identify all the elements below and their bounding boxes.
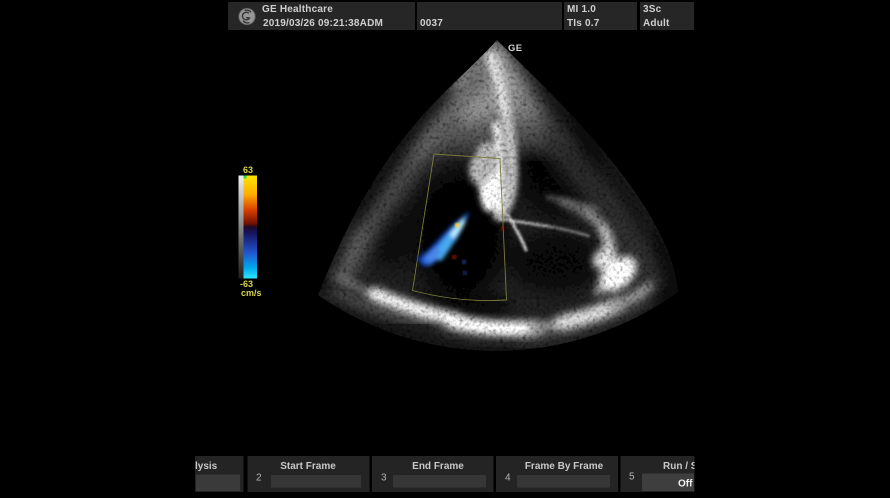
svg-text:Run / S: Run / S xyxy=(663,461,698,472)
svg-text:GE Healthcare: GE Healthcare xyxy=(262,4,333,15)
svg-text:Start Frame: Start Frame xyxy=(280,461,336,472)
svg-text:Adult: Adult xyxy=(643,18,670,29)
svg-text:TIs 0.7: TIs 0.7 xyxy=(567,18,600,29)
svg-text:63: 63 xyxy=(243,165,253,175)
svg-text:2019/03/26 09:21:38ADM: 2019/03/26 09:21:38ADM xyxy=(263,18,383,29)
svg-text:Frame By Frame: Frame By Frame xyxy=(525,461,604,472)
svg-text:5: 5 xyxy=(629,472,635,483)
svg-text:Off: Off xyxy=(678,479,693,490)
svg-text:2: 2 xyxy=(256,473,262,484)
svg-text:0037: 0037 xyxy=(420,18,443,29)
svg-text:GE: GE xyxy=(508,43,523,54)
svg-text:3: 3 xyxy=(381,473,387,484)
svg-text:MI 1.0: MI 1.0 xyxy=(567,4,596,15)
svg-text:End Frame: End Frame xyxy=(412,461,464,472)
svg-text:4: 4 xyxy=(505,473,511,484)
svg-text:3Sc: 3Sc xyxy=(643,4,662,15)
svg-text:lysis: lysis xyxy=(195,461,218,472)
svg-text:cm/s: cm/s xyxy=(241,288,262,298)
